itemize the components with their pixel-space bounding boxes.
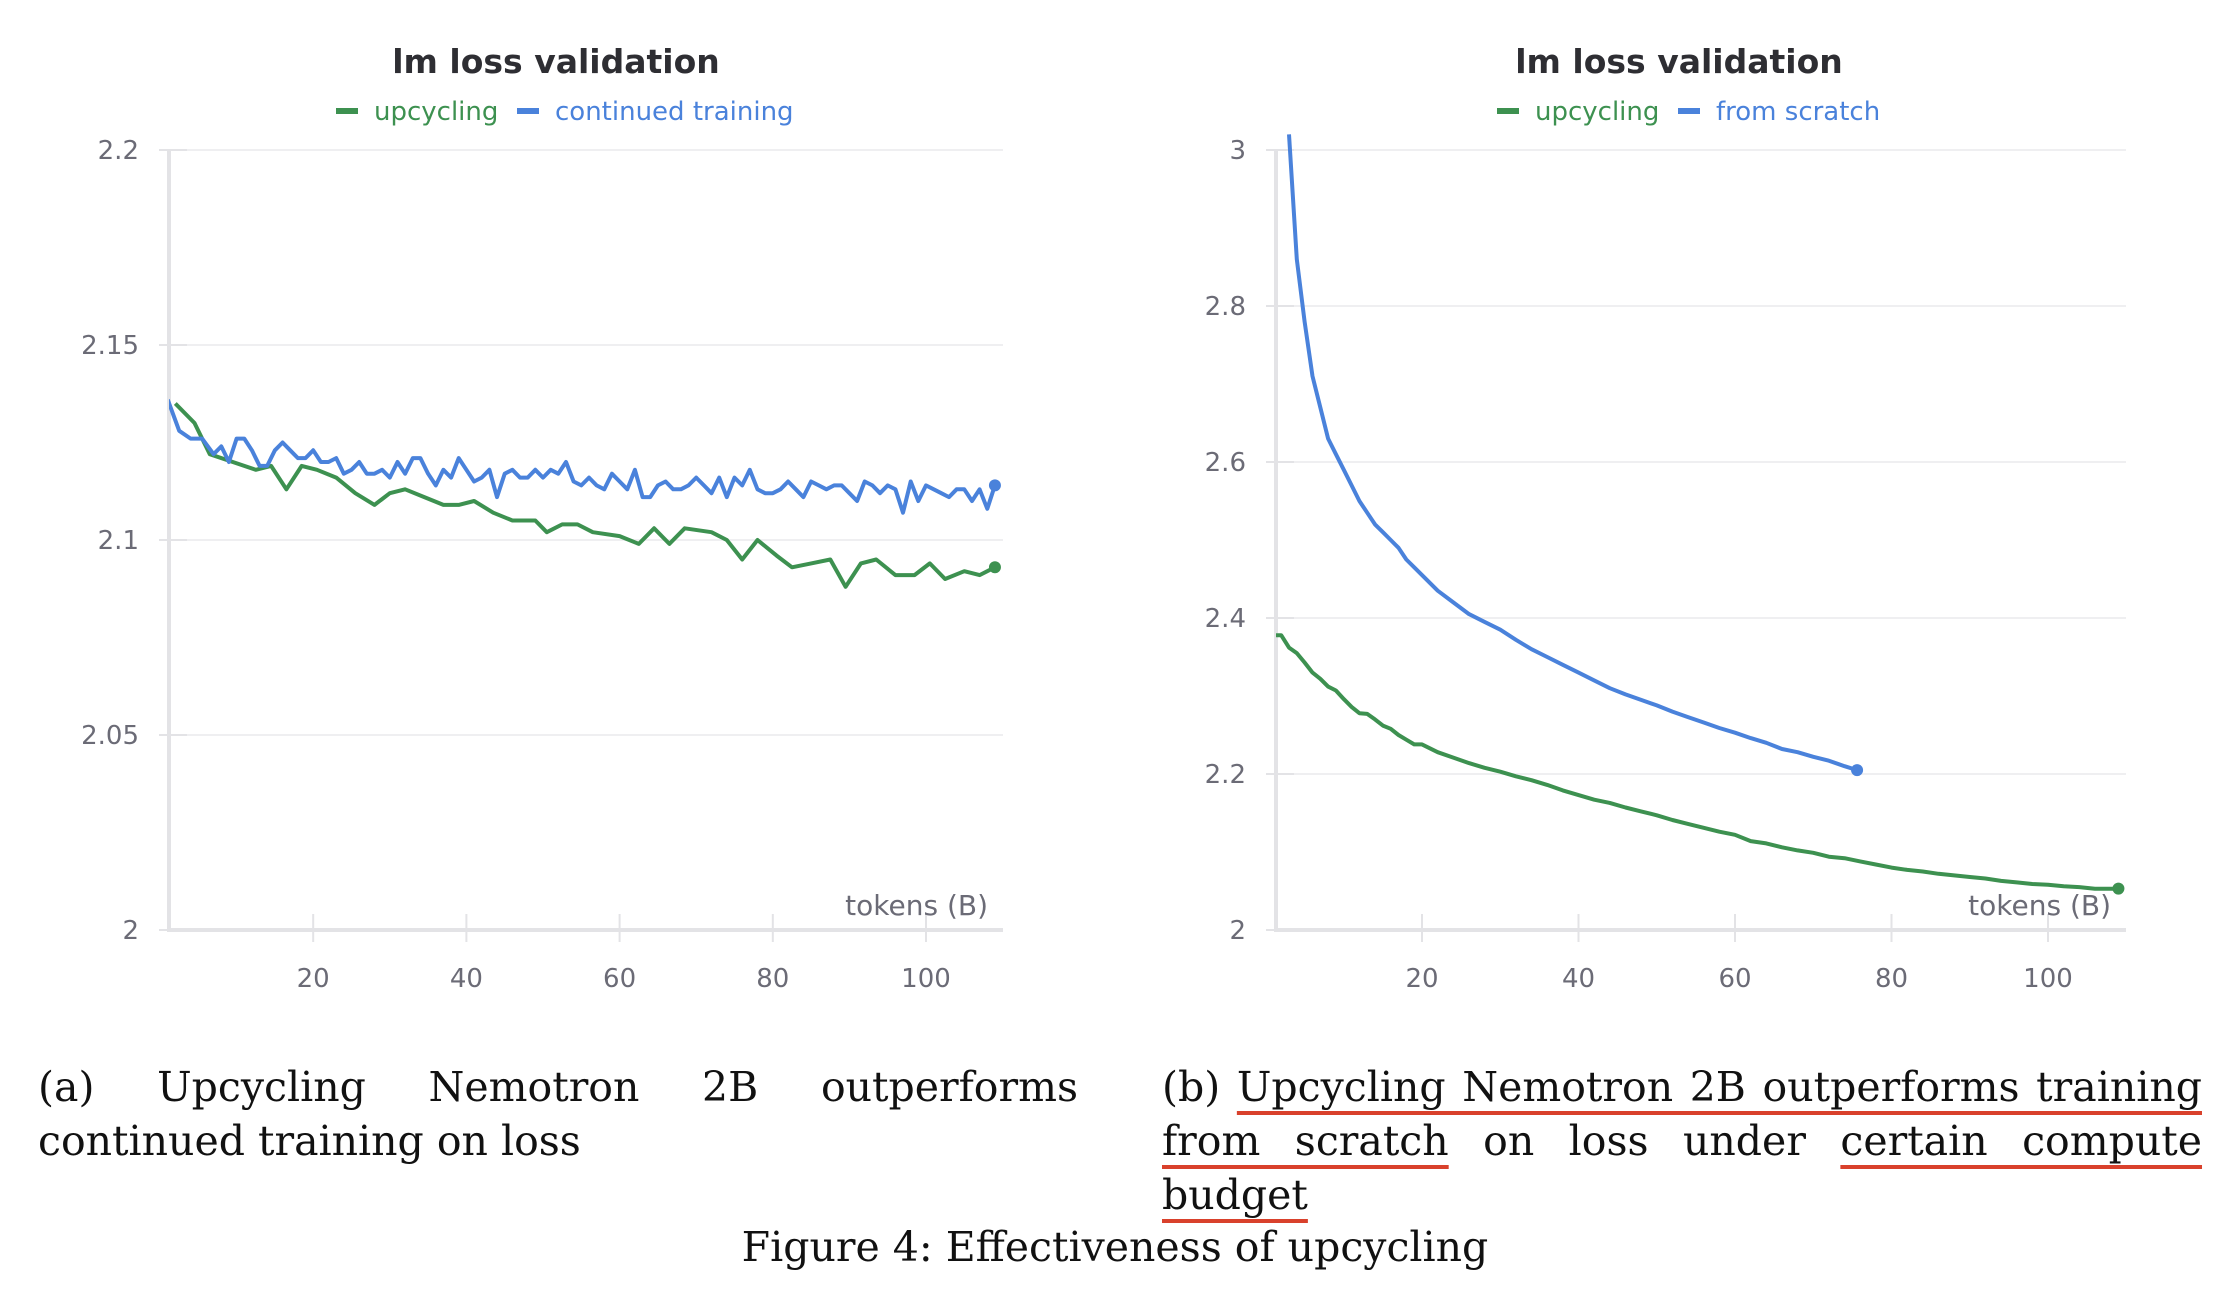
legend-swatch-upcycling	[1497, 108, 1519, 114]
series-end-point-upcycling	[988, 561, 1001, 574]
chart-b: lm loss validation upcycling from scratc…	[1205, 42, 2126, 994]
x-tick-label: 40	[450, 964, 483, 994]
x-tick-label: 80	[756, 964, 789, 994]
chart-a-x-label: tokens (B)	[845, 889, 988, 922]
chart-a-y-ticks: 2 2.05 2.1 2.15 2.2	[81, 136, 187, 946]
y-tick-label: 2.2	[1205, 760, 1246, 790]
y-tick-label: 2.8	[1205, 292, 1246, 322]
chart-a-gridlines	[169, 149, 1003, 736]
series-end-point-from-scratch	[1851, 764, 1864, 777]
x-tick-label: 20	[297, 964, 330, 994]
legend-swatch-continued-training	[517, 108, 539, 114]
chart-a-x-ticks: 20 40 60 80 100	[297, 914, 951, 994]
y-tick-label: 2.2	[98, 136, 139, 166]
y-tick-label: 3	[1229, 136, 1246, 166]
subcaption-b-plain: on loss under	[1448, 1117, 1841, 1165]
y-tick-label: 2	[122, 916, 139, 946]
chart-b-gridlines	[1276, 149, 2126, 775]
chart-b-series	[1276, 134, 2125, 895]
subcaption-a: (a) Upcycling Nemotron 2B outperforms co…	[38, 1060, 1078, 1168]
x-tick-label: 60	[1718, 964, 1751, 994]
figure-caption: Figure 4: Effectiveness of upcycling	[741, 1223, 1489, 1271]
legend-label-continued-training[interactable]: continued training	[555, 97, 794, 127]
subcaption-b: (b) Upcycling Nemotron 2B outperforms tr…	[1162, 1060, 2202, 1222]
legend-swatch-upcycling	[336, 108, 358, 114]
x-tick-label: 80	[1875, 964, 1908, 994]
y-tick-label: 2.15	[81, 331, 139, 361]
x-tick-label: 60	[603, 964, 636, 994]
series-line-continued-training	[169, 398, 997, 515]
series-line-upcycling	[1276, 633, 2119, 891]
chart-b-legend: upcycling from scratch	[1497, 97, 1880, 127]
series-end-point-upcycling	[2112, 882, 2125, 895]
chart-a-series	[169, 398, 1001, 589]
x-tick-label: 20	[1405, 964, 1438, 994]
y-tick-label: 2.05	[81, 721, 139, 751]
legend-label-upcycling[interactable]: upcycling	[1535, 97, 1659, 127]
chart-b-title: lm loss validation	[1515, 42, 1843, 81]
chart-b-x-label: tokens (B)	[1968, 889, 2111, 922]
y-tick-label: 2	[1229, 916, 1246, 946]
x-tick-label: 40	[1562, 964, 1595, 994]
series-line-from-scratch	[1287, 134, 1858, 773]
chart-a-title: lm loss validation	[392, 42, 720, 81]
series-end-point-continued-training	[988, 479, 1001, 492]
series-line-upcycling	[173, 402, 996, 589]
legend-label-from-scratch[interactable]: from scratch	[1716, 97, 1880, 127]
legend-label-upcycling[interactable]: upcycling	[374, 97, 498, 127]
x-tick-label: 100	[901, 964, 951, 994]
subcaption-b-label: (b)	[1162, 1063, 1221, 1111]
y-tick-label: 2.4	[1205, 604, 1246, 634]
y-tick-label: 2.6	[1205, 448, 1246, 478]
chart-b-x-ticks: 20 40 60 80 100	[1405, 914, 2073, 994]
subcaption-a-text: Upcycling Nemotron 2B outperforms contin…	[38, 1063, 1078, 1165]
chart-a: lm loss validation upcycling continued t…	[81, 42, 1003, 994]
subcaption-a-label: (a)	[38, 1063, 95, 1111]
legend-swatch-from-scratch	[1678, 108, 1700, 114]
y-tick-label: 2.1	[98, 526, 139, 556]
x-tick-label: 100	[2023, 964, 2073, 994]
chart-b-y-ticks: 2 2.2 2.4 2.6 2.8 3	[1205, 136, 1294, 946]
chart-a-legend: upcycling continued training	[336, 97, 794, 127]
